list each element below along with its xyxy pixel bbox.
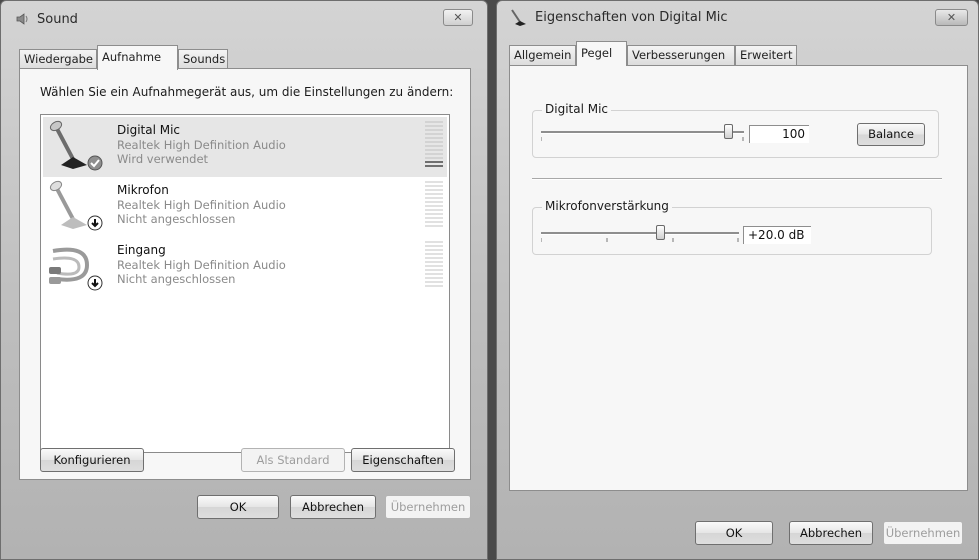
- tab-sounds[interactable]: Sounds: [178, 49, 228, 69]
- level-meter: [425, 121, 443, 173]
- boost-value-field[interactable]: +20.0 dB: [743, 226, 811, 244]
- set-default-button[interactable]: Als Standard: [241, 448, 345, 472]
- level-groupbox: Digital Mic 100 Balance: [532, 102, 939, 158]
- device-driver: Realtek High Definition Audio: [117, 198, 286, 212]
- window-title: Eigenschaften von Digital Mic: [535, 10, 728, 25]
- device-status: Wird verwendet: [117, 152, 209, 166]
- balance-button[interactable]: Balance: [857, 123, 925, 146]
- list-item-eingang[interactable]: Eingang Realtek High Definition Audio Ni…: [43, 237, 447, 297]
- ok-button[interactable]: OK: [197, 495, 279, 519]
- device-name: Mikrofon: [117, 183, 169, 197]
- boost-groupbox: Mikrofonverstärkung +20.0 dB: [532, 199, 932, 255]
- device-name: Digital Mic: [117, 123, 181, 137]
- properties-titlebar[interactable]: Eigenschaften von Digital Mic ✕: [497, 1, 978, 37]
- tab-erweitert[interactable]: Erweitert: [735, 45, 797, 65]
- device-status: Nicht angeschlossen: [117, 272, 236, 286]
- close-icon: ✕: [946, 11, 957, 24]
- list-item-mikrofon[interactable]: Mikrofon Realtek High Definition Audio N…: [43, 177, 447, 237]
- close-button[interactable]: ✕: [443, 9, 473, 26]
- microphone-icon: [509, 7, 529, 27]
- level-group-label: Digital Mic: [542, 102, 612, 116]
- unplugged-badge-icon: [87, 215, 103, 234]
- check-badge-icon: [87, 155, 103, 174]
- ok-button[interactable]: OK: [695, 521, 773, 545]
- sound-dialog: Sound ✕ Wiedergabe Aufnahme Sounds Wähle…: [0, 0, 488, 560]
- speaker-icon: [15, 11, 31, 27]
- level-slider-thumb[interactable]: [724, 124, 733, 139]
- unplugged-badge-icon: [87, 275, 103, 294]
- level-meter: [425, 241, 443, 293]
- window-title: Sound: [37, 12, 78, 27]
- list-item-digital-mic[interactable]: Digital Mic Realtek High Definition Audi…: [43, 117, 447, 177]
- tab-aufnahme[interactable]: Aufnahme: [97, 45, 178, 70]
- instruction-text: Wählen Sie ein Aufnahmegerät aus, um die…: [40, 85, 454, 99]
- properties-dialog: Eigenschaften von Digital Mic ✕ Allgemei…: [496, 0, 979, 560]
- boost-slider-thumb[interactable]: [655, 225, 665, 240]
- apply-button[interactable]: Übernehmen: [385, 495, 471, 519]
- cancel-button[interactable]: Abbrechen: [789, 521, 873, 545]
- level-slider-ticks: [541, 137, 744, 141]
- recording-tab-panel: Wählen Sie ein Aufnahmegerät aus, um die…: [19, 68, 471, 480]
- recording-device-list[interactable]: Digital Mic Realtek High Definition Audi…: [40, 114, 450, 453]
- boost-slider-track[interactable]: [541, 232, 739, 235]
- sound-titlebar[interactable]: Sound ✕: [1, 1, 487, 37]
- cancel-button[interactable]: Abbrechen: [290, 495, 376, 519]
- tab-wiedergabe[interactable]: Wiedergabe: [19, 49, 97, 69]
- device-status: Nicht angeschlossen: [117, 212, 236, 226]
- device-name: Eingang: [117, 243, 166, 257]
- level-value-field[interactable]: 100: [749, 125, 809, 143]
- device-driver: Realtek High Definition Audio: [117, 258, 286, 272]
- close-button[interactable]: ✕: [935, 9, 968, 26]
- tab-allgemein[interactable]: Allgemein: [509, 45, 576, 65]
- properties-button[interactable]: Eigenschaften: [351, 448, 455, 472]
- apply-button[interactable]: Übernehmen: [883, 521, 963, 545]
- boost-group-label: Mikrofonverstärkung: [542, 199, 672, 213]
- section-separator: [532, 178, 942, 180]
- level-slider-track[interactable]: [541, 131, 744, 134]
- close-icon: ✕: [453, 11, 463, 24]
- levels-tab-panel: Digital Mic 100 Balance Mikrofonverstärk…: [509, 65, 968, 491]
- tab-pegel[interactable]: Pegel: [576, 41, 627, 66]
- tab-verbesserungen[interactable]: Verbesserungen: [627, 45, 735, 65]
- boost-slider-ticks: [541, 238, 739, 242]
- configure-button[interactable]: Konfigurieren: [40, 448, 144, 472]
- device-driver: Realtek High Definition Audio: [117, 138, 286, 152]
- level-meter: [425, 181, 443, 233]
